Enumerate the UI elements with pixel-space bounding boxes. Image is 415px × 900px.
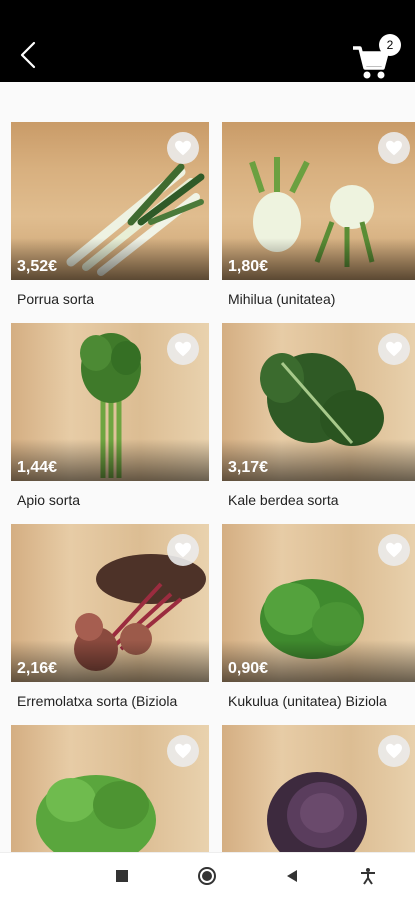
system-nav-bar — [0, 852, 415, 900]
product-name: Apio sorta — [17, 492, 81, 508]
favorite-button[interactable] — [167, 534, 199, 566]
product-name: Erremolatxa sorta (Biziola — [17, 693, 178, 709]
heart-icon — [386, 542, 402, 558]
product-image-lettuce: 0,90€ — [222, 524, 415, 682]
favorite-button[interactable] — [378, 735, 410, 767]
home-button[interactable] — [194, 863, 220, 889]
product-price: 3,17€ — [228, 459, 269, 476]
cart-button[interactable]: 2 — [351, 34, 401, 79]
heart-icon — [175, 743, 191, 759]
product-card[interactable]: 0,90€ Kukulua (unitatea) Biziola — [222, 524, 415, 712]
favorite-button[interactable] — [167, 132, 199, 164]
favorite-button[interactable] — [167, 735, 199, 767]
recents-button[interactable] — [109, 863, 135, 889]
product-image-kale: 3,17€ — [222, 323, 415, 481]
favorite-button[interactable] — [378, 534, 410, 566]
product-image-green-lettuce — [11, 725, 209, 852]
back-triangle-icon — [287, 870, 297, 882]
product-name: Mihilua (unitatea) — [228, 291, 336, 307]
back-button[interactable] — [14, 38, 44, 72]
product-image-celery: 1,44€ — [11, 323, 209, 481]
product-price: 1,80€ — [228, 258, 269, 275]
heart-icon — [386, 140, 402, 156]
chevron-left-icon — [20, 41, 36, 69]
product-image-red-cabbage — [222, 725, 415, 852]
product-image-fennel: 1,80€ — [222, 122, 415, 280]
home-circle-icon — [198, 867, 216, 885]
app-header: 2 — [0, 0, 415, 82]
accessibility-button[interactable] — [355, 863, 381, 889]
product-card[interactable]: 1,44€ Apio sorta — [11, 323, 209, 511]
product-image-leeks: 3,52€ — [11, 122, 209, 280]
product-price: 1,44€ — [17, 459, 58, 476]
product-card[interactable]: 1,80€ Mihilua (unitatea) — [222, 122, 415, 310]
product-name: Kukulua (unitatea) Biziola — [228, 693, 387, 709]
product-card[interactable]: 3,17€ Kale berdea sorta — [222, 323, 415, 511]
product-price: 0,90€ — [228, 660, 269, 677]
stop-square-icon — [116, 870, 128, 882]
heart-icon — [175, 140, 191, 156]
product-card[interactable]: 2,16€ Erremolatxa sorta (Biziola — [11, 524, 209, 712]
product-price: 3,52€ — [17, 258, 58, 275]
heart-icon — [175, 542, 191, 558]
heart-icon — [386, 341, 402, 357]
product-name: Kale berdea sorta — [228, 492, 339, 508]
product-card[interactable] — [222, 725, 415, 852]
favorite-button[interactable] — [378, 132, 410, 164]
accessibility-icon — [361, 868, 375, 885]
product-price: 2,16€ — [17, 660, 58, 677]
product-image-beetroot: 2,16€ — [11, 524, 209, 682]
cart-count-badge: 2 — [379, 34, 401, 56]
heart-icon — [386, 743, 402, 759]
product-card[interactable] — [11, 725, 209, 852]
system-back-button[interactable] — [279, 863, 305, 889]
product-grid: 3,52€ Porrua sorta 1,80€ Mihilua (unitat… — [0, 82, 415, 852]
product-name: Porrua sorta — [17, 291, 95, 307]
product-card[interactable]: 3,52€ Porrua sorta — [11, 122, 209, 310]
favorite-button[interactable] — [167, 333, 199, 365]
heart-icon — [175, 341, 191, 357]
favorite-button[interactable] — [378, 333, 410, 365]
